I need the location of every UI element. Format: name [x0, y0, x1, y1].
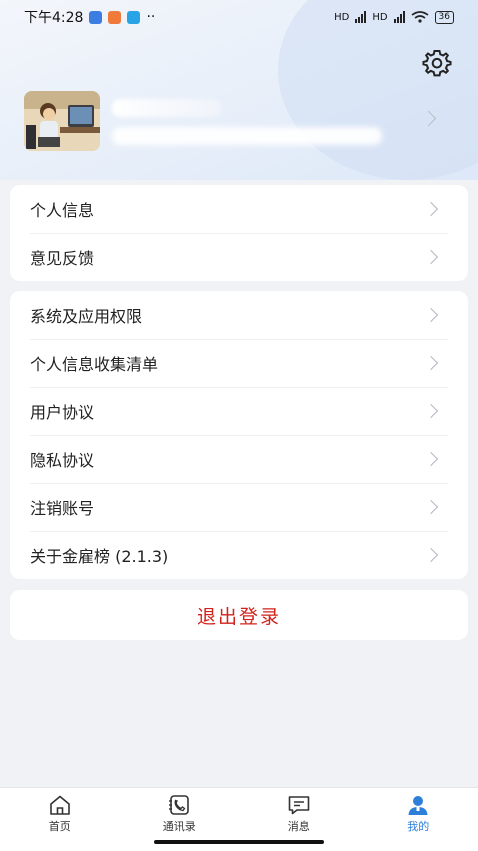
chevron-right-icon [424, 308, 438, 322]
menu-item-privacy-agreement[interactable]: 隐私协议 [10, 435, 468, 483]
menu-item-about[interactable]: 关于金雇榜 (2.1.3) [10, 531, 468, 579]
status-right: HD HD 36 [334, 11, 454, 24]
menu-item-label: 系统及应用权限 [30, 303, 142, 327]
signal-icon [355, 11, 366, 23]
menu-item-label: 隐私协议 [30, 447, 94, 471]
menu-item-label: 个人信息收集清单 [30, 351, 158, 375]
tab-label: 我的 [407, 818, 429, 834]
menu-card-settings: 系统及应用权限 个人信息收集清单 用户协议 隐私协议 注销账号 关于金雇榜 (2… [10, 291, 468, 579]
home-indicator[interactable] [154, 840, 324, 844]
menu-item-label: 用户协议 [30, 399, 94, 423]
menu-item-label: 个人信息 [30, 197, 94, 221]
user-detail-redacted [112, 127, 382, 145]
hd-label: HD [372, 12, 387, 23]
chevron-right-icon [424, 500, 438, 514]
menu-item-personal-info[interactable]: 个人信息 [10, 185, 468, 233]
contacts-icon [167, 794, 191, 816]
chevron-right-icon [424, 548, 438, 562]
menu-item-label: 关于金雇榜 (2.1.3) [30, 543, 168, 567]
menu-item-delete-account[interactable]: 注销账号 [10, 483, 468, 531]
tab-home[interactable]: 首页 [0, 788, 120, 851]
profile-card[interactable] [24, 91, 454, 153]
signal-icon [394, 11, 405, 23]
tab-label: 通讯录 [163, 818, 196, 834]
menu-item-permissions[interactable]: 系统及应用权限 [10, 291, 468, 339]
chevron-right-icon [424, 356, 438, 370]
status-bar: 下午4:28 ·· HD HD 36 [0, 0, 478, 34]
chevron-right-icon [424, 404, 438, 418]
gear-icon[interactable] [422, 48, 452, 78]
menu-item-feedback[interactable]: 意见反馈 [10, 233, 468, 281]
menu-item-user-agreement[interactable]: 用户协议 [10, 387, 468, 435]
menu-item-label: 注销账号 [30, 495, 94, 519]
home-icon [48, 794, 72, 816]
logout-button[interactable]: 退出登录 [10, 590, 468, 640]
tab-label: 首页 [49, 818, 71, 834]
menu-card-account: 个人信息 意见反馈 [10, 185, 468, 281]
message-icon [287, 794, 311, 816]
wifi-icon [411, 11, 429, 23]
battery-icon: 36 [435, 11, 454, 24]
chevron-right-icon [424, 452, 438, 466]
tab-label: 消息 [288, 818, 310, 834]
app-notification-icon [89, 11, 102, 24]
status-time: 下午4:28 [24, 7, 83, 27]
status-left: 下午4:28 ·· [24, 7, 155, 27]
tab-mine[interactable]: 我的 [359, 788, 478, 851]
app-notification-icon [108, 11, 121, 24]
avatar-illustration [24, 91, 100, 151]
avatar[interactable] [24, 91, 100, 151]
chevron-right-icon [424, 250, 438, 264]
app-notification-icon [127, 11, 140, 24]
chevron-right-icon [424, 202, 438, 216]
chevron-right-icon [421, 111, 437, 127]
menu-item-label: 意见反馈 [30, 245, 94, 269]
menu-item-info-collection-list[interactable]: 个人信息收集清单 [10, 339, 468, 387]
user-name-redacted [112, 99, 222, 117]
hd-label: HD [334, 12, 349, 23]
user-icon [406, 794, 430, 816]
more-notifications-icon: ·· [146, 9, 155, 25]
